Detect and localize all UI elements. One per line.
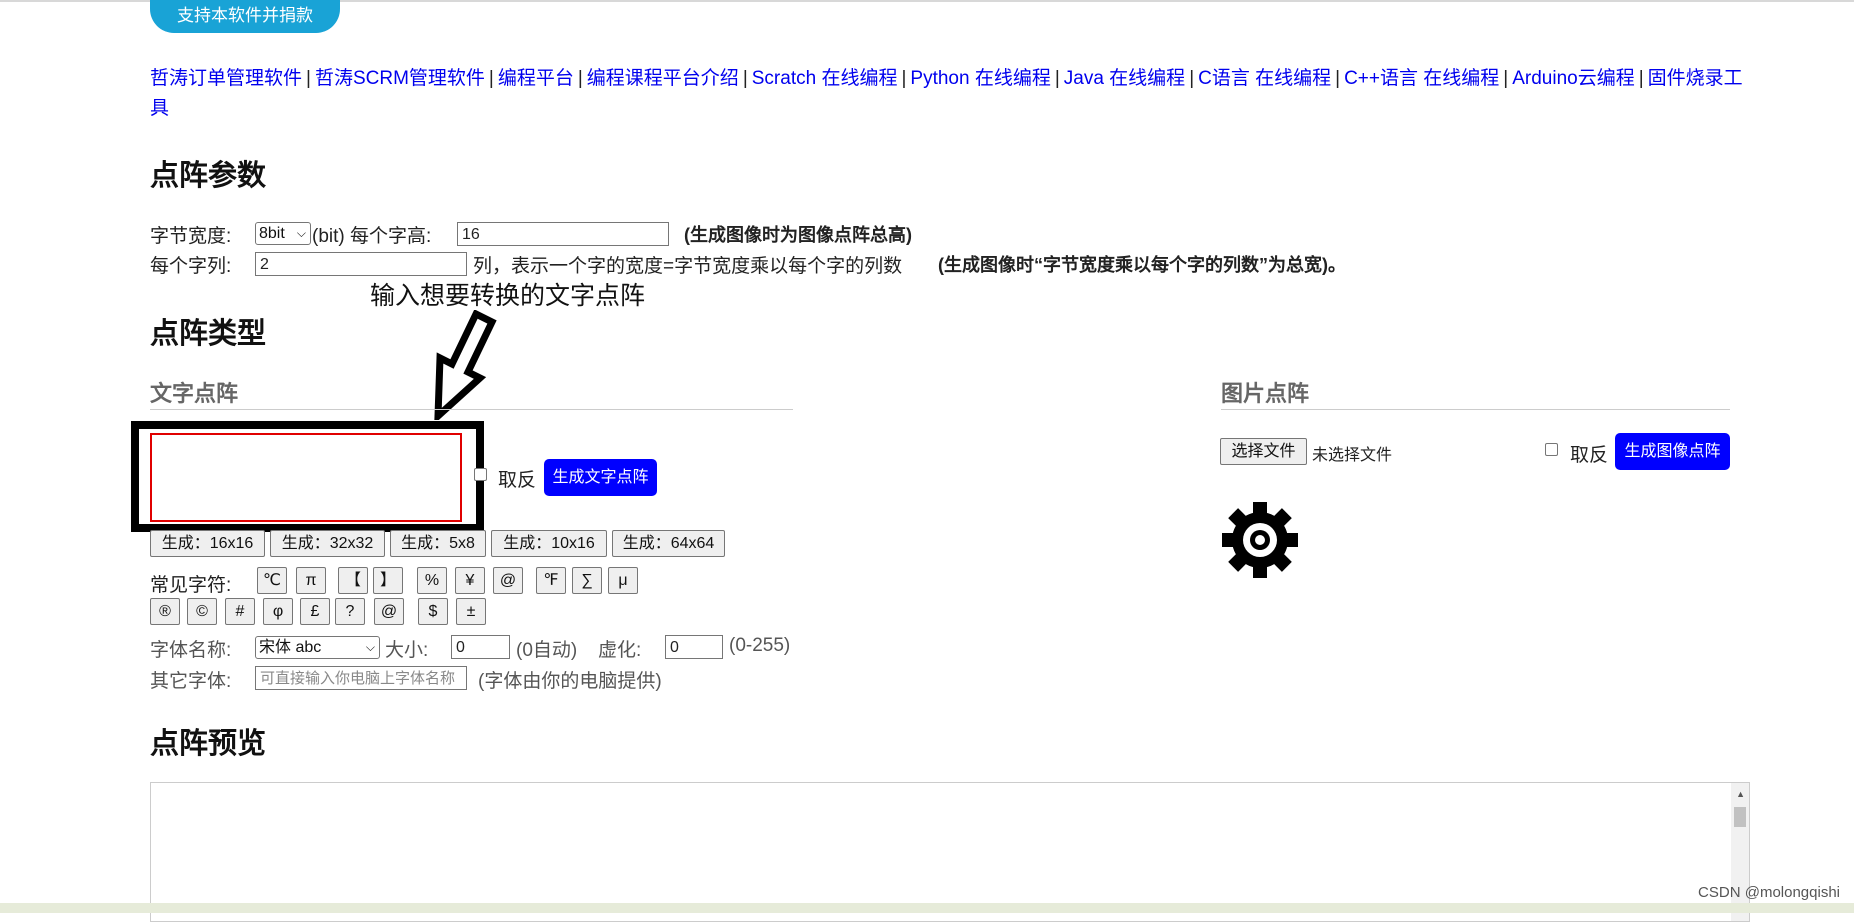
params-title: 点阵参数 (150, 160, 267, 192)
symbol-button[interactable]: $ (418, 598, 448, 625)
blur-label: 虚化: (598, 640, 642, 661)
char-height-input[interactable]: 16 (457, 222, 669, 246)
nav-link[interactable]: C语言 在线编程 (1198, 68, 1331, 89)
nav-link[interactable]: Arduino云编程 (1512, 68, 1635, 89)
link-separator: | (1638, 68, 1644, 89)
symbol-button[interactable]: ? (335, 598, 365, 625)
nav-links: 哲涛订单管理软件 | 哲涛SCRM管理软件 | 编程平台 | 编程课程平台介绍 | Scratc… (150, 64, 1760, 124)
link-separator: | (1503, 68, 1509, 89)
nav-link[interactable]: 编程课程平台介绍 (587, 68, 739, 89)
nav-link[interactable]: Python 在线编程 (910, 68, 1050, 89)
annotation-callout: 输入想要转换的文字点阵 (370, 282, 646, 310)
arrow-down-icon (434, 310, 497, 420)
symbol-button[interactable]: @ (493, 567, 523, 594)
nav-link[interactable]: 编程平台 (498, 68, 574, 89)
chevron-down-icon: ⌵ (365, 640, 375, 654)
link-separator: | (1189, 68, 1195, 89)
watermark: CSDN @molongqishi (1698, 884, 1840, 901)
size-input[interactable]: 0 (451, 635, 510, 659)
blur-note: (0-255) (729, 635, 791, 656)
char-height-note: (生成图像时为图像点阵总高) (684, 225, 912, 245)
generate-image-button[interactable]: 生成图像点阵 (1615, 433, 1730, 470)
size-label: 大小: (385, 640, 429, 661)
symbol-button[interactable]: μ (608, 567, 638, 594)
gear-icon (1222, 502, 1298, 578)
symbol-button[interactable]: £ (300, 598, 330, 625)
link-separator: | (306, 68, 311, 89)
font-name-select[interactable]: 宋体 abc ⌵ (255, 636, 380, 659)
symbol-button[interactable]: ∑ (572, 567, 602, 594)
symbol-button[interactable]: ℃ (257, 567, 287, 594)
symbol-button[interactable]: ® (150, 598, 180, 625)
link-separator: | (1335, 68, 1341, 89)
symbol-button[interactable]: ℉ (536, 567, 566, 594)
text-invert-label: 取反 (498, 470, 537, 491)
link-separator: | (742, 68, 748, 89)
link-separator: | (901, 68, 907, 89)
generate-text-button[interactable]: 生成文字点阵 (544, 459, 657, 496)
font-name-value: 宋体 abc (259, 639, 322, 656)
taskbar (0, 903, 1854, 913)
preset-button[interactable]: 生成：32x32 (270, 530, 385, 557)
image-heading-divider (1221, 409, 1730, 410)
chevron-down-icon: ⌵ (296, 226, 306, 240)
char-cols-input[interactable]: 2 (255, 252, 467, 276)
symbol-button[interactable]: ± (456, 598, 486, 625)
image-invert-checkbox[interactable] (1545, 443, 1558, 456)
no-file-label: 未选择文件 (1312, 447, 1393, 464)
char-cols-label: 每个字列: (150, 256, 232, 277)
preset-button[interactable]: 生成：5x8 (390, 530, 486, 557)
types-title: 点阵类型 (150, 318, 267, 350)
choose-file-button[interactable]: 选择文件 (1220, 438, 1307, 465)
symbol-button[interactable]: # (225, 598, 255, 625)
donate-button[interactable]: 支持本软件并捐款 (150, 0, 340, 33)
other-font-input[interactable]: 可直接输入你电脑上字体名称 (255, 666, 467, 690)
char-cols-desc: 列，表示一个字的宽度=字节宽度乘以每个字的列数 (473, 256, 903, 277)
symbol-button[interactable]: 【 (338, 567, 368, 594)
link-separator: | (1054, 68, 1060, 89)
symbol-button[interactable]: % (417, 567, 447, 594)
size-note: (0自动) (516, 640, 578, 661)
image-matrix-heading: 图片点阵 (1221, 381, 1310, 406)
scroll-up-icon[interactable]: ▲ (1736, 789, 1745, 799)
nav-link[interactable]: Scratch 在线编程 (752, 68, 898, 89)
common-chars-label: 常见字符: (150, 575, 232, 596)
bit-unit: (bit) 每个字高: (312, 221, 431, 248)
other-font-note: (字体由你的电脑提供) (478, 671, 662, 692)
preset-button[interactable]: 生成：16x16 (150, 530, 265, 557)
bit-unit-text: (bit) (312, 226, 345, 247)
text-heading-divider (150, 409, 793, 410)
nav-link[interactable]: C++语言 在线编程 (1344, 68, 1499, 89)
preview-area[interactable]: ▲ (150, 782, 1750, 922)
symbol-button[interactable]: φ (263, 598, 293, 625)
symbol-button[interactable]: π (296, 567, 326, 594)
nav-link[interactable]: 哲涛SCRM管理软件 (315, 68, 485, 89)
char-cols-note: (生成图像时“字节宽度乘以每个字的列数”为总宽)。 (938, 255, 1346, 275)
text-input-area[interactable] (150, 433, 462, 522)
text-invert-checkbox[interactable] (474, 468, 487, 481)
other-font-label: 其它字体: (150, 671, 232, 692)
text-matrix-heading: 文字点阵 (150, 381, 239, 406)
byte-width-row: 字节宽度: (150, 221, 231, 248)
link-separator: | (577, 68, 583, 89)
scroll-thumb[interactable] (1734, 807, 1746, 827)
preset-button[interactable]: 生成：64x64 (612, 530, 725, 557)
symbol-button[interactable]: @ (374, 598, 404, 625)
byte-width-select[interactable]: 8bit ⌵ (255, 222, 311, 245)
byte-width-label: 字节宽度: (150, 226, 232, 247)
blur-input[interactable]: 0 (665, 635, 723, 659)
preset-button[interactable]: 生成：10x16 (491, 530, 607, 557)
link-separator: | (488, 68, 494, 89)
nav-link[interactable]: Java 在线编程 (1064, 68, 1185, 89)
symbol-button[interactable]: ¥ (455, 567, 485, 594)
symbol-button[interactable]: 】 (373, 567, 403, 594)
byte-width-value: 8bit (259, 225, 285, 242)
char-height-label: 每个字高: (350, 226, 432, 247)
image-invert-label: 取反 (1570, 445, 1609, 466)
font-name-label: 字体名称: (150, 640, 232, 661)
symbol-button[interactable]: © (187, 598, 217, 625)
nav-link[interactable]: 哲涛订单管理软件 (150, 68, 302, 89)
preview-title: 点阵预览 (150, 728, 267, 760)
